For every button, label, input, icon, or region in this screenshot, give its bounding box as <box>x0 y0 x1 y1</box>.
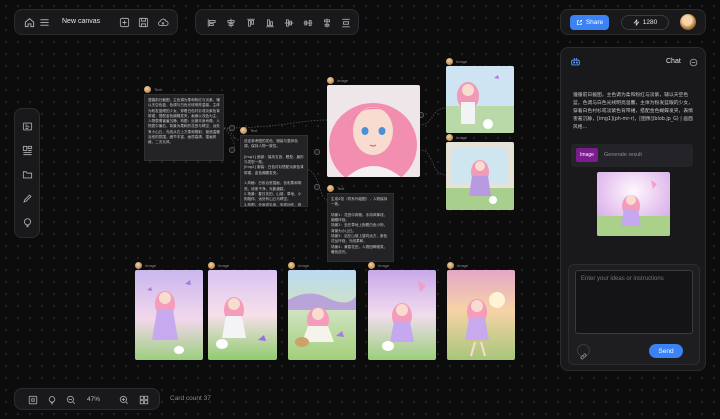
image-badge-label: Image <box>580 152 594 158</box>
attachment-row[interactable]: Image Generate result <box>571 144 693 167</box>
chat-result-image[interactable] <box>597 172 670 236</box>
send-button[interactable]: Send <box>649 344 683 358</box>
folder-icon[interactable] <box>22 169 33 180</box>
pencil-icon[interactable] <box>22 193 33 204</box>
node-label: Text <box>154 86 162 92</box>
chat-input-box: Send <box>568 264 700 365</box>
align-top-icon[interactable] <box>246 18 256 28</box>
avatar <box>240 126 247 134</box>
text-card-content: 生成4张（同系列组图），人物保持一致。 场景1：花田中奔跑，手持风筝线，蝴蝶环绕… <box>327 193 394 262</box>
generated-image <box>135 270 203 360</box>
portrait-image <box>327 85 420 177</box>
generated-image <box>447 270 515 360</box>
chat-title: Chat <box>666 58 681 65</box>
chat-input[interactable] <box>575 270 693 334</box>
attachment-label: Generate result <box>604 152 642 158</box>
node-header: Image <box>446 133 467 141</box>
generated-image <box>368 270 436 360</box>
align-left-icon[interactable] <box>207 18 217 28</box>
chat-panel: Chat 遵循前日截图，主色调为柔和粉红与淡紫，辅以天空色蓝，色调与白色光线明亮… <box>560 47 706 371</box>
node-label: Image <box>457 262 469 268</box>
distribute-v-icon[interactable] <box>322 18 332 28</box>
link-icon <box>580 347 587 360</box>
lightning-icon <box>633 19 640 26</box>
top-left-toolbar: New canvas <box>14 9 178 35</box>
zoom-in-icon[interactable] <box>119 395 129 405</box>
align-center-h-icon[interactable] <box>226 18 236 28</box>
left-toolbar <box>14 108 40 238</box>
node-label: Text <box>250 127 258 133</box>
avatar <box>327 76 334 84</box>
chat-message: 遵循前日截图，主色调为柔和粉红与淡紫，辅以天空色蓝，色调与白色光线明亮温馨，主体… <box>573 93 693 130</box>
canvas-name[interactable]: New canvas <box>62 18 100 25</box>
attach-button[interactable] <box>577 344 590 360</box>
node-header: Image <box>288 261 309 269</box>
avatar <box>327 184 334 192</box>
credits-pill[interactable]: 1280 <box>621 15 669 30</box>
top-right-toolbar: Share 1280 <box>560 9 706 35</box>
text-card-content: 遵循前日截图，主色调为柔和粉红与淡紫，辅以天空色蓝，色调与白色光线明亮温馨，主体… <box>144 94 224 161</box>
generated-image <box>446 66 514 133</box>
avatar <box>446 57 453 65</box>
node-header: Text <box>327 184 344 192</box>
generated-image <box>208 270 277 360</box>
node-header: Text <box>240 126 257 134</box>
share-label: Share <box>585 19 604 26</box>
node-header: Image <box>447 261 468 269</box>
node-label: Text <box>337 185 345 191</box>
align-center-v-icon[interactable] <box>284 18 294 28</box>
node-header: Image <box>208 261 229 269</box>
cloud-upload-icon[interactable] <box>157 17 169 28</box>
menu-icon[interactable] <box>39 17 50 28</box>
node-header: Image <box>368 261 389 269</box>
node-label: Image <box>337 77 349 83</box>
avatar <box>208 261 215 269</box>
zoom-level[interactable]: 47% <box>87 396 100 403</box>
avatar <box>368 261 375 269</box>
avatar <box>288 261 295 269</box>
align-toolbar <box>195 9 359 35</box>
generated-image <box>446 142 514 210</box>
zoom-out-icon[interactable] <box>66 395 76 405</box>
node-label: Image <box>218 262 230 268</box>
node-label: Image <box>378 262 390 268</box>
id-card-icon[interactable] <box>22 121 33 132</box>
grid-icon[interactable] <box>139 395 149 405</box>
fit-screen-icon[interactable] <box>28 395 38 405</box>
layout-icon[interactable] <box>22 145 33 156</box>
node-label: Image <box>145 262 157 268</box>
user-avatar[interactable] <box>680 14 696 30</box>
node-label: Image <box>456 58 468 64</box>
align-bottom-icon[interactable] <box>265 18 275 28</box>
distribute-h-icon[interactable] <box>303 18 313 28</box>
node-header: Image <box>135 261 156 269</box>
node-label: Image <box>456 134 468 140</box>
node-header: Image <box>327 76 348 84</box>
add-icon[interactable] <box>119 17 130 28</box>
save-icon[interactable] <box>138 17 149 28</box>
image-badge: Image <box>576 148 598 162</box>
text-card-content: 设定参考图的发色、服装与整体色调，保持人物一致性。 [img1] 面部：保持五官… <box>240 135 308 207</box>
avatar <box>447 261 454 269</box>
bulb-icon[interactable] <box>47 395 57 405</box>
home-icon[interactable] <box>24 17 35 28</box>
avatar <box>446 133 453 141</box>
share-icon <box>576 19 583 26</box>
card-count: Card count 37 <box>170 395 211 402</box>
zoom-toolbar: 47% <box>14 388 160 410</box>
credits-value: 1280 <box>642 19 658 26</box>
distribute-rows-icon[interactable] <box>341 18 351 28</box>
share-button[interactable]: Share <box>570 15 609 30</box>
send-label: Send <box>658 347 674 355</box>
bot-icon <box>570 56 581 67</box>
generated-image <box>288 270 356 360</box>
bulb-icon[interactable] <box>22 217 33 228</box>
node-header: Image <box>446 57 467 65</box>
avatar <box>144 85 151 93</box>
node-header: Text <box>144 85 161 93</box>
avatar <box>135 261 142 269</box>
node-label: Image <box>298 262 310 268</box>
chat-options-icon[interactable] <box>689 58 698 67</box>
